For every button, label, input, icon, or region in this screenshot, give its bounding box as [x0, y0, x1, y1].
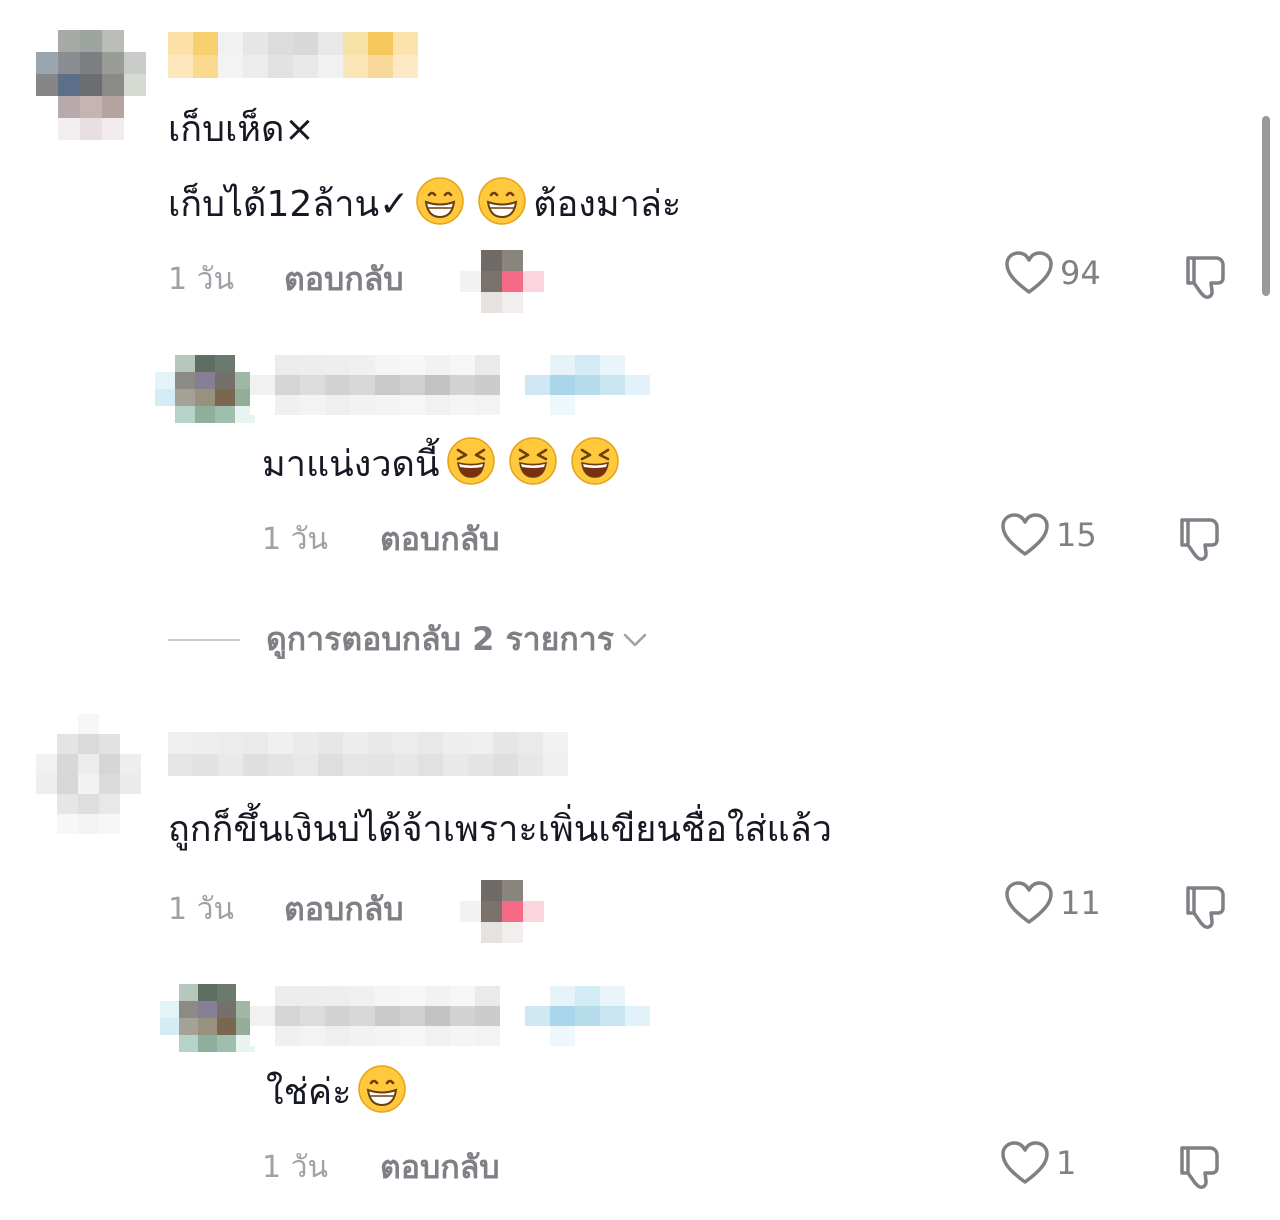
thumbs-down-icon[interactable] [1174, 1140, 1228, 1194]
creator-reaction-avatar [460, 880, 544, 943]
comment-text: ใช่ค่ะ [266, 1064, 413, 1117]
chevron-down-icon [623, 633, 647, 646]
laughing-face-icon [508, 437, 557, 485]
thumbs-down-icon[interactable] [1174, 512, 1228, 566]
like-button[interactable]: 11 [1004, 880, 1101, 926]
creator-reaction-avatar [460, 250, 544, 313]
like-count: 94 [1060, 254, 1101, 292]
comment-time: 1 วัน [168, 892, 234, 927]
comment-text-part: ต้องมาล่ะ [533, 184, 682, 225]
laughing-face-icon [570, 437, 619, 485]
comment-text-part: ใช่ค่ะ [266, 1072, 352, 1113]
view-replies-button[interactable]: ดูการตอบกลับ 2 รายการ [168, 614, 650, 665]
scrollbar[interactable] [1262, 116, 1270, 296]
avatar[interactable] [155, 355, 255, 440]
heart-outline-icon [1001, 1141, 1049, 1184]
avatar[interactable] [36, 30, 146, 140]
comment-text-part: มาแน่งวดนี้ [262, 444, 440, 485]
comment-time: 1 วัน [262, 1150, 328, 1185]
reply-button[interactable]: ตอบกลับ [284, 884, 404, 935]
reply-button[interactable]: ตอบกลับ [284, 254, 404, 305]
heart-outline-icon [1001, 513, 1049, 556]
like-count: 11 [1060, 884, 1101, 922]
grinning-face-icon [478, 177, 527, 225]
comment-time: 1 วัน [168, 262, 234, 297]
like-count: 1 [1056, 1144, 1077, 1182]
view-replies-label: ดูการตอบกลับ 2 รายการ [266, 620, 614, 658]
comment-text: เก็บได้12ล้าน✓ ต้องมาล่ะ [168, 176, 681, 229]
divider-line [168, 638, 240, 641]
comment-text: มาแน่งวดนี้ [262, 436, 626, 489]
like-button[interactable]: 1 [1000, 1140, 1076, 1186]
like-button[interactable]: 94 [1004, 250, 1101, 296]
comment-text: เก็บเห็ด× [168, 109, 315, 150]
username[interactable] [250, 355, 650, 415]
laughing-face-icon [446, 437, 495, 485]
heart-outline-icon [1005, 881, 1053, 924]
reply-button[interactable]: ตอบกลับ [380, 514, 500, 565]
thumbs-down-icon[interactable] [1180, 880, 1234, 934]
like-count: 15 [1056, 516, 1097, 554]
reply-button[interactable]: ตอบกลับ [380, 1142, 500, 1193]
comment-time: 1 วัน [262, 522, 328, 557]
username[interactable] [250, 986, 650, 1046]
avatar[interactable] [160, 984, 255, 1069]
username[interactable] [168, 732, 568, 776]
comment-text-part: เก็บได้12ล้าน✓ [168, 184, 410, 225]
like-button[interactable]: 15 [1000, 512, 1097, 558]
avatar[interactable] [36, 714, 141, 834]
grinning-face-icon [416, 177, 465, 225]
heart-outline-icon [1005, 251, 1053, 294]
comment-text: ถูกก็ขึ้นเงินบ่ได้จ้าเพราะเพิ่นเขียนชื่อ… [168, 809, 833, 850]
username[interactable] [168, 32, 418, 78]
thumbs-down-icon[interactable] [1180, 250, 1234, 304]
grinning-face-icon [358, 1065, 407, 1113]
